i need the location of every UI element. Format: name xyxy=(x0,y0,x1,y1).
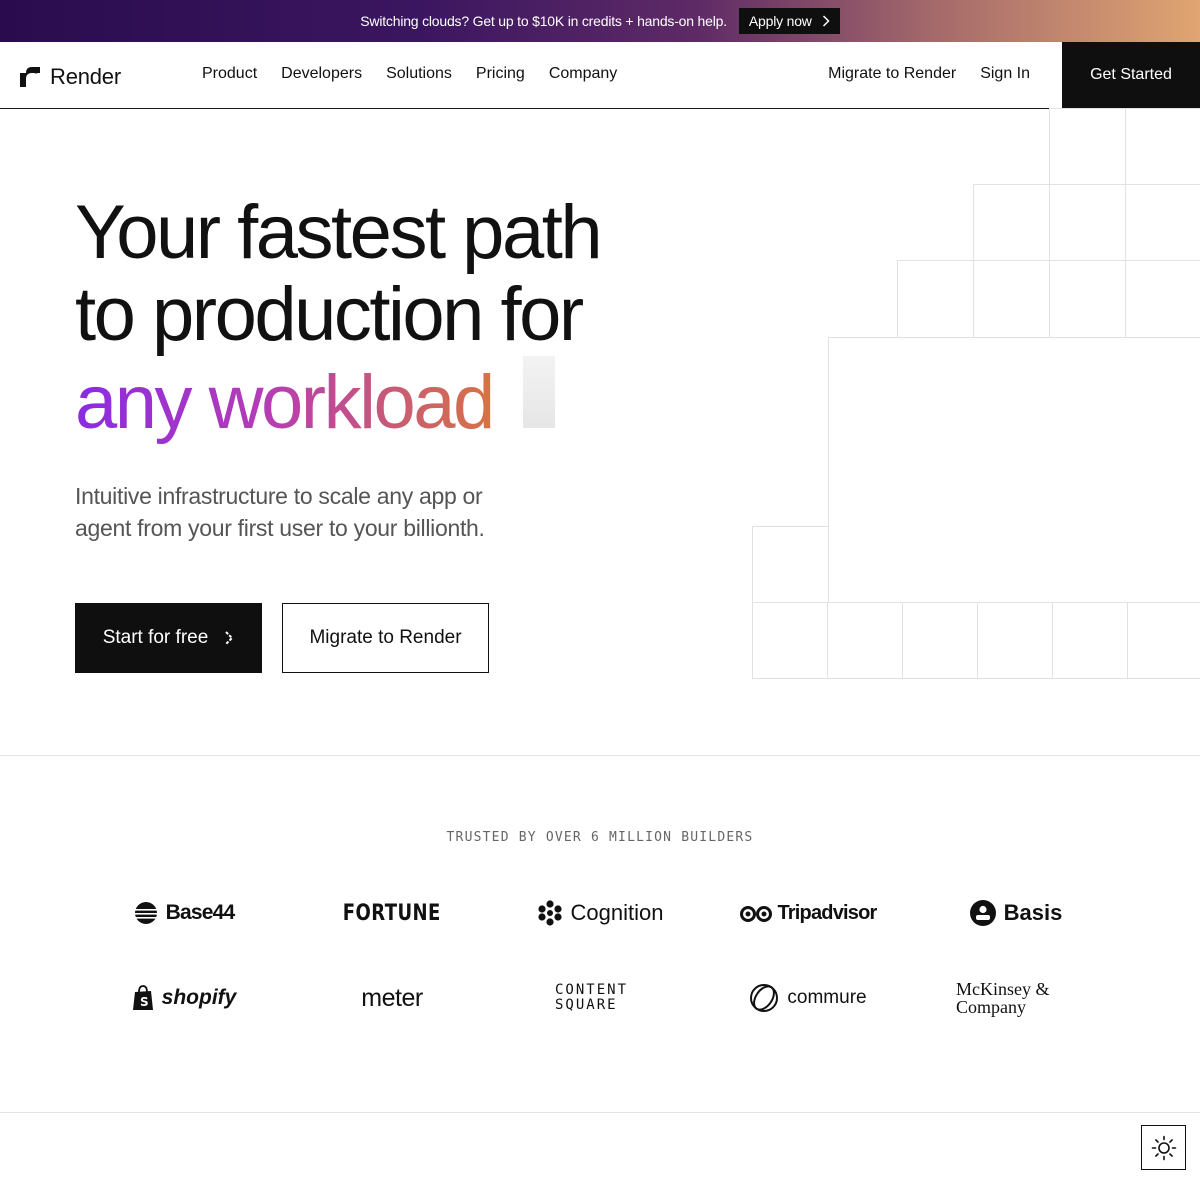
logo-basis-text: Basis xyxy=(1003,900,1063,925)
hero-subtitle: Intuitive infrastructure to scale any ap… xyxy=(75,483,485,541)
hero-title: Your fastest path to production for any … xyxy=(75,192,715,444)
customer-logos-row-2: S shopify meter CONTENT SQUARE commure M… xyxy=(80,980,1120,1016)
nav-link-product[interactable]: Product xyxy=(202,65,257,83)
logo-cognition-text: Cognition xyxy=(570,900,664,925)
get-started-button[interactable]: Get Started xyxy=(1062,42,1200,108)
hero-title-line-1: Your fastest path xyxy=(75,190,603,275)
logo-shopify: S shopify xyxy=(80,980,288,1016)
base44-icon xyxy=(133,902,158,924)
render-logo-icon xyxy=(20,67,40,87)
logo-commure-text: commure xyxy=(787,987,867,1008)
top-navigation: Render Product Developers Solutions Pric… xyxy=(0,42,1200,109)
logo-tripadvisor-text: Tripadvisor xyxy=(777,901,877,924)
svg-text:S: S xyxy=(140,995,149,1009)
logo-tripadvisor: Tripadvisor xyxy=(704,900,912,926)
logo-basis: Basis xyxy=(912,900,1120,926)
shopify-bag-icon: S xyxy=(132,985,153,1010)
hero-title-line-2: to production for xyxy=(75,272,584,357)
logo-commure: commure xyxy=(704,980,912,1016)
basis-icon xyxy=(969,900,996,926)
start-for-free-label: Start for free xyxy=(102,627,209,648)
cognition-icon xyxy=(537,900,562,926)
commure-icon xyxy=(750,984,779,1012)
logo-meter: meter xyxy=(288,980,496,1016)
brand-logo[interactable]: Render xyxy=(20,64,121,90)
logo-fortune: FORTUNE xyxy=(288,900,496,926)
banner-text: Switching clouds? Get up to $10K in cred… xyxy=(360,13,727,29)
apply-now-button[interactable]: Apply now xyxy=(738,8,840,34)
logo-base44: Base44 xyxy=(80,900,288,926)
trusted-heading: TRUSTED BY OVER 6 MILLION BUILDERS xyxy=(446,830,754,845)
logo-mckinsey: McKinsey & Company xyxy=(912,980,1120,1016)
start-for-free-button[interactable]: Start for free xyxy=(75,603,262,673)
logo-meter-text: meter xyxy=(361,983,423,1012)
nav-link-developers[interactable]: Developers xyxy=(281,65,362,83)
secondary-nav-links: Migrate to Render Sign In xyxy=(828,65,1030,83)
nav-migrate-link[interactable]: Migrate to Render xyxy=(828,65,956,83)
typing-cursor xyxy=(523,356,556,428)
logo-base44-text: Base44 xyxy=(165,901,236,924)
decorative-grid xyxy=(752,108,1200,679)
nav-link-pricing[interactable]: Pricing xyxy=(476,65,525,83)
section-divider xyxy=(0,755,1200,756)
hero-title-highlight: any workload xyxy=(75,360,495,445)
logo-contentsquare-text: CONTENT SQUARE xyxy=(555,982,629,1013)
logo-fortune-text: FORTUNE xyxy=(343,900,441,926)
migrate-to-render-button[interactable]: Migrate to Render xyxy=(282,603,489,673)
logo-shopify-text: shopify xyxy=(161,986,237,1009)
logo-contentsquare: CONTENT SQUARE xyxy=(496,980,704,1016)
sun-icon xyxy=(1151,1135,1176,1160)
chevron-right-icon xyxy=(822,15,830,27)
logo-mckinsey-text: McKinsey & Company xyxy=(956,979,1050,1017)
sign-in-link[interactable]: Sign In xyxy=(980,65,1030,83)
brand-name: Render xyxy=(50,64,121,89)
tripadvisor-owl-icon xyxy=(740,906,773,922)
apply-now-label: Apply now xyxy=(748,13,812,29)
nav-link-company[interactable]: Company xyxy=(549,65,617,83)
primary-nav-links: Product Developers Solutions Pricing Com… xyxy=(202,65,617,83)
section-divider-bottom xyxy=(0,1112,1200,1113)
logo-cognition: Cognition xyxy=(496,900,704,926)
announcement-banner: Switching clouds? Get up to $10K in cred… xyxy=(0,0,1200,42)
chevron-right-icon xyxy=(225,631,234,645)
nav-link-solutions[interactable]: Solutions xyxy=(386,65,452,83)
theme-toggle-button[interactable] xyxy=(1141,1125,1186,1170)
hero-title-line-3: any workload xyxy=(75,356,715,444)
customer-logos-row-1: Base44 FORTUNE Cognition Tripadvisor Bas… xyxy=(80,900,1120,926)
